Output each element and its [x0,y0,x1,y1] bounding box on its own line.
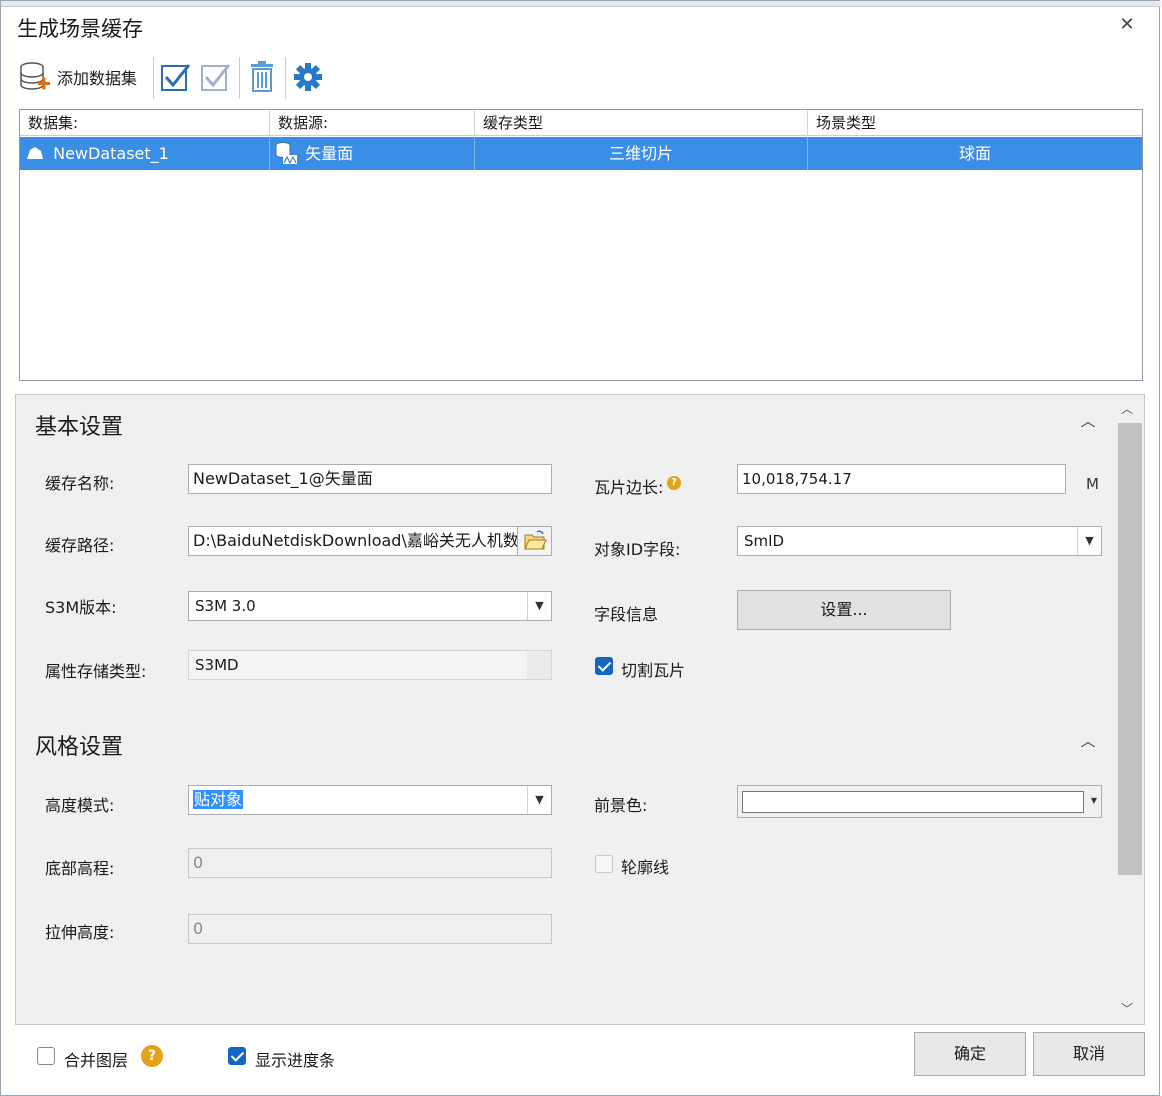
attribute-storage-label: 属性存储类型: [45,662,147,681]
delete-button[interactable] [245,61,279,93]
column-header-cache-type[interactable]: 缓存类型 [475,110,808,136]
height-mode-select[interactable]: 贴对象 ▼ [188,785,552,815]
toolbar: 添加数据集 [15,51,1145,103]
dataset-name: NewDataset_1 [53,144,169,163]
uncheck-all-icon [201,64,231,91]
field-info-label: 字段信息 [594,605,659,624]
merge-layers-checkbox[interactable] [37,1047,55,1065]
chevron-down-icon[interactable]: ▼ [527,786,551,814]
delete-icon [251,61,273,92]
cut-tiles-label: 切割瓦片 [621,661,686,680]
toolbar-separator [285,57,286,99]
toolbar-separator [153,57,154,99]
close-button[interactable]: ✕ [1115,13,1139,37]
object-id-field-value: SmID [744,532,785,550]
attribute-storage-field: S3MD [188,650,552,680]
scroll-up-icon[interactable]: ︿ [1116,399,1138,419]
outline-label: 轮廓线 [621,858,670,877]
database-add-icon [20,62,50,90]
settings-panel: ︿ ﹀ 基本设置 ︿ 缓存名称: NewDataset_1@矢量面 缓存路径: … [15,394,1145,1025]
region-dataset-icon [27,147,43,159]
add-dataset-label: 添加数据集 [57,69,138,88]
generate-scene-cache-dialog: 生成场景缓存 ✕ 添加数据集 数据集: 数据源: 缓存类型 场景类型 NewDa… [0,0,1161,1096]
help-icon[interactable]: ? [667,476,681,490]
vector-datasource-icon [275,142,297,165]
height-mode-value: 贴对象 [193,790,244,809]
browse-folder-button[interactable] [517,526,552,556]
vertical-scrollbar[interactable]: ︿ ﹀ [1116,399,1142,1019]
select-all-button[interactable] [159,61,193,93]
settings-button[interactable] [291,61,325,93]
column-header-dataset[interactable]: 数据集: [20,110,270,136]
s3m-version-value: S3M 3.0 [195,597,256,615]
cache-name-label: 缓存名称: [45,474,115,493]
s3m-version-label: S3M版本: [45,598,117,617]
bottom-height-input: 0 [188,848,552,878]
chevron-down-icon[interactable]: ▼ [1077,527,1101,555]
folder-open-icon [523,530,547,550]
window-top-strip [1,1,1161,7]
cache-path-label: 缓存路径: [45,536,115,555]
cell-scene-type[interactable]: 球面 [808,137,1142,170]
extrude-height-input: 0 [188,914,552,944]
cell-dataset: NewDataset_1 [20,137,270,170]
object-id-field-label: 对象ID字段: [594,540,681,559]
foreground-color-swatch [742,791,1084,813]
add-dataset-button[interactable]: 添加数据集 [17,59,137,95]
cache-name-input[interactable]: NewDataset_1@矢量面 [188,464,552,494]
settings-gear-icon [294,63,322,91]
cell-cache-type[interactable]: 三维切片 [475,137,808,170]
disabled-dropdown-area [527,651,551,679]
scroll-track[interactable] [1118,423,1142,997]
show-progress-label: 显示进度条 [255,1051,336,1070]
help-icon[interactable]: ? [141,1045,163,1067]
s3m-version-select[interactable]: S3M 3.0 ▼ [188,591,552,621]
column-header-datasource[interactable]: 数据源: [270,110,475,136]
dataset-grid: 数据集: 数据源: 缓存类型 场景类型 NewDataset_1 矢量面 三维切… [19,109,1143,381]
datasource-name: 矢量面 [305,144,354,163]
bottom-height-label: 底部高程: [45,859,115,878]
scroll-down-icon[interactable]: ﹀ [1116,999,1138,1019]
tile-side-unit: M [1086,475,1099,493]
attribute-storage-value: S3MD [195,656,239,674]
table-row[interactable]: NewDataset_1 矢量面 三维切片 球面 [20,137,1142,170]
extrude-height-label: 拉伸高度: [45,923,115,942]
dialog-title: 生成场景缓存 [17,17,143,41]
outline-checkbox[interactable] [595,855,613,873]
merge-layers-label: 合并图层 [64,1051,129,1070]
cut-tiles-checkbox[interactable] [595,657,613,675]
tile-side-input[interactable]: 10,018,754.17 [737,464,1066,494]
height-mode-label: 高度模式: [45,796,115,815]
foreground-color-label: 前景色: [594,796,648,815]
grid-header: 数据集: 数据源: 缓存类型 场景类型 [20,110,1142,136]
cache-path-input[interactable]: D:\BaiduNetdiskDownload\嘉峪关无人机数 [188,526,518,556]
deselect-all-button[interactable] [199,61,233,93]
column-header-scene-type[interactable]: 场景类型 [808,110,1142,136]
collapse-icon[interactable]: ︿ [1078,731,1098,751]
scroll-thumb[interactable] [1118,423,1142,875]
style-settings-title: 风格设置 [35,735,124,760]
check-all-icon [161,64,191,91]
cancel-button[interactable]: 取消 [1033,1032,1145,1076]
chevron-down-icon[interactable]: ▼ [527,592,551,620]
chevron-down-icon[interactable]: ▼ [1089,794,1099,808]
object-id-field-select[interactable]: SmID ▼ [737,526,1102,556]
basic-settings-title: 基本设置 [35,415,124,440]
collapse-icon[interactable]: ︿ [1078,411,1098,431]
tile-side-label: 瓦片边长: [594,478,664,497]
show-progress-checkbox[interactable] [228,1047,246,1065]
foreground-color-picker[interactable]: ▼ [737,785,1102,818]
field-info-settings-button[interactable]: 设置... [737,590,951,630]
ok-button[interactable]: 确定 [914,1032,1026,1076]
cell-datasource: 矢量面 [270,137,475,170]
toolbar-separator [239,57,240,99]
